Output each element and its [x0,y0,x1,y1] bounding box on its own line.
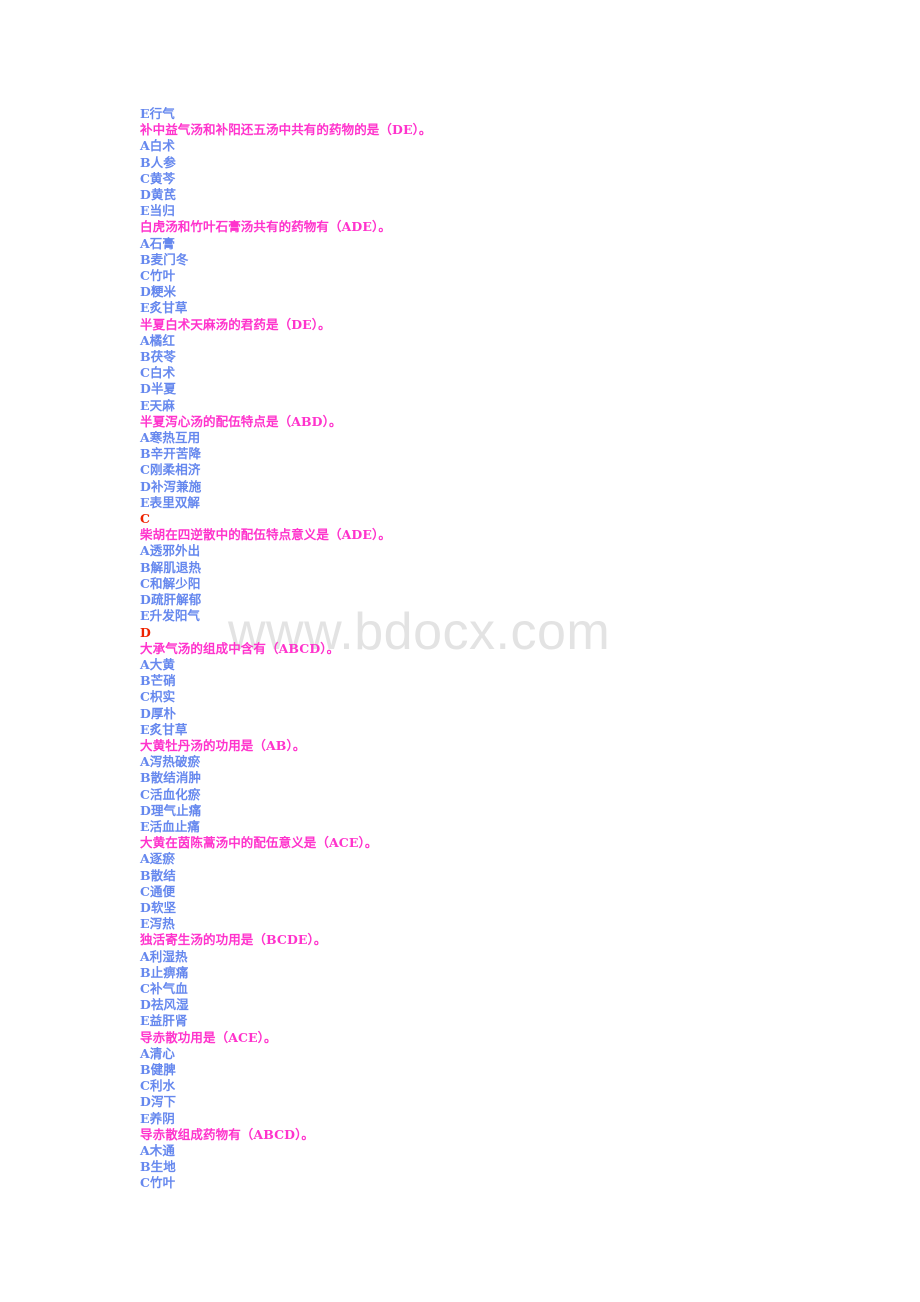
question-line: 导赤散组成药物有（ABCD）。 [140,1126,315,1142]
question-line: 半夏白术天麻汤的君药是（DE）。 [140,316,331,332]
question-line: 大黄牡丹汤的功用是（AB）。 [140,737,306,753]
option-line: B生地 [140,1159,176,1175]
option-line: C黄芩 [140,170,176,186]
option-line: C白术 [140,365,176,381]
option-line: D理气止痛 [140,802,202,818]
option-line: B散结消肿 [140,770,202,786]
option-line: E当归 [140,203,175,219]
option-line: A泻热破瘀 [140,754,201,770]
option-line: D厚朴 [140,705,177,721]
option-line: A寒热互用 [140,430,201,446]
option-line: E炙甘草 [140,300,188,316]
option-line: C通便 [140,883,176,899]
option-line: A清心 [140,1045,175,1061]
question-line: 大黄在茵陈蒿汤中的配伍意义是（ACE）。 [140,835,378,851]
option-line: C和解少阳 [140,575,201,591]
option-line: B止痹痛 [140,964,189,980]
option-line: A利湿热 [140,948,188,964]
option-line: D软坚 [140,899,177,915]
option-line: A透邪外出 [140,543,201,559]
option-line: D疏肝解郁 [140,592,202,608]
option-line: D半夏 [140,381,177,397]
option-line: E表里双解 [140,494,201,510]
question-line: 白虎汤和竹叶石膏汤共有的药物有（ADE）。 [140,219,391,235]
option-line: A石膏 [140,235,175,251]
option-line: B芒硝 [140,673,176,689]
question-line: 半夏泻心汤的配伍特点是（ABD）。 [140,413,342,429]
question-line: 补中益气汤和补阳还五汤中共有的药物的是（DE）。 [140,122,432,138]
document-text-body: E行气 补中益气汤和补阳还五汤中共有的药物的是（DE）。 A白术 B人参 C黄芩 D黄芪 E… [140,106,840,1192]
option-line: A木通 [140,1143,175,1158]
option-line: B人参 [140,154,176,170]
option-line: D黄芪 [140,187,177,203]
option-line: E行气 [140,106,175,121]
option-line: D粳米 [140,284,177,300]
option-line: B散结 [140,867,176,883]
option-line: B茯苓 [140,349,176,365]
option-line: B麦门冬 [140,251,189,267]
option-line: E升发阳气 [140,608,201,624]
question-line: 柴胡在四逆散中的配伍特点意义是（ADE）。 [140,527,391,543]
option-line: B解肌退热 [140,559,202,575]
option-line: B健脾 [140,1061,176,1077]
option-line: A逐瘀 [140,851,175,867]
option-line: E炙甘草 [140,721,188,737]
answer-letter-line: C [140,511,151,527]
option-line: C枳实 [140,689,176,705]
option-line: D补泻兼施 [140,478,202,494]
answer-letter-line: D [140,624,151,640]
option-line: C刚柔相济 [140,462,201,478]
option-line: E活血止痛 [140,818,201,834]
option-line: C竹叶 [140,268,176,284]
option-line: A白术 [140,138,175,154]
question-line: 导赤散功用是（ACE）。 [140,1029,277,1045]
option-line: C补气血 [140,980,188,996]
question-line: 独活寄生汤的功用是（BCDE）。 [140,932,327,948]
option-line: D祛风湿 [140,997,189,1013]
question-line: 大承气汤的组成中含有（ABCD）。 [140,640,340,656]
option-line: B辛开苦降 [140,446,202,462]
option-line: D泻下 [140,1094,177,1110]
option-line: E泻热 [140,916,175,932]
option-line: E养阴 [140,1110,175,1126]
option-line: E天麻 [140,397,175,413]
option-line: C活血化瘀 [140,786,201,802]
option-line: C利水 [140,1078,176,1094]
option-line: A大黄 [140,656,175,672]
document-page: www.bdocx.com E行气 补中益气汤和补阳还五汤中共有的药物的是（DE）… [0,0,920,1302]
option-line: C竹叶 [140,1175,176,1191]
option-line: E益肝肾 [140,1013,188,1029]
option-line: A橘红 [140,332,175,348]
